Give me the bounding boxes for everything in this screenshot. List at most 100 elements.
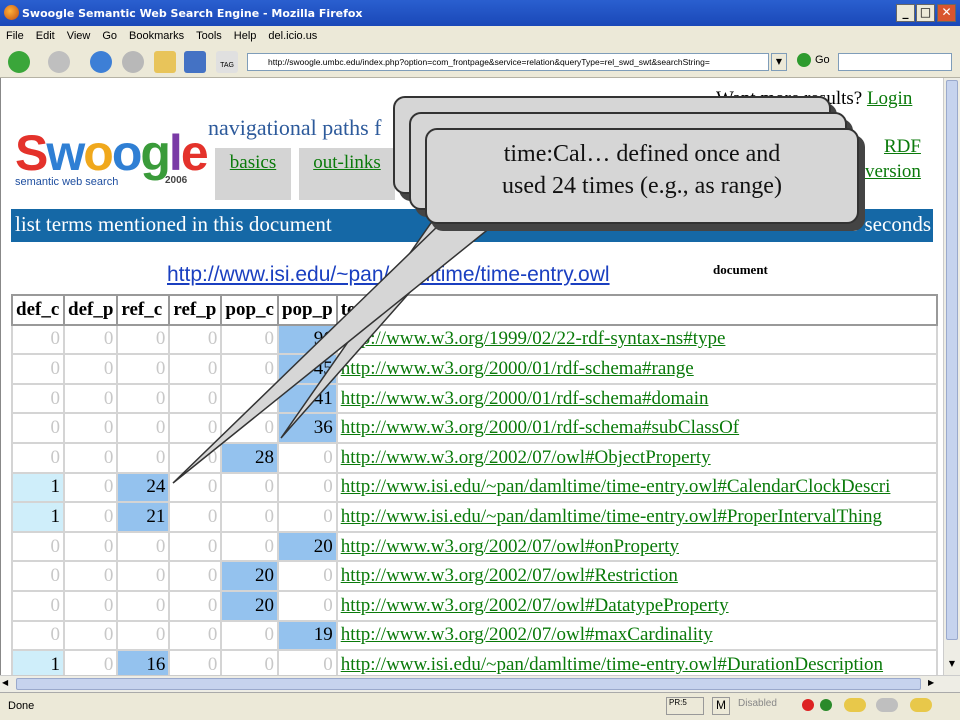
terms-table: def_c def_p ref_c ref_p pop_c pop_p term 00000… (11, 294, 938, 675)
term-cell: http://www.w3.org/2000/01/rdf-schema#sub… (335, 412, 938, 444)
term-cell: http://www.w3.org/2002/07/owl#maxCardina… (335, 619, 938, 652)
callout-line-1: time:Cal… defined once and (503, 141, 781, 167)
term-link[interactable]: http://www.w3.org/2000/01/rdf-schema#sub… (341, 417, 739, 438)
table-cell: 0 (168, 412, 223, 444)
term-link[interactable]: http://www.w3.org/2002/07/owl#Restrictio… (341, 565, 678, 586)
column-header-def-p: def_p (62, 294, 119, 326)
menu-tools[interactable]: Tools (190, 30, 228, 42)
forward-arrow-icon[interactable] (48, 51, 70, 73)
table-cell: 0 (276, 589, 338, 622)
term-link[interactable]: http://www.isi.edu/~pan/damltime/time-en… (341, 506, 882, 527)
term-cell: http://www.isi.edu/~pan/damltime/time-en… (335, 471, 938, 504)
column-header-term: term (335, 294, 938, 326)
term-cell: http://www.w3.org/2000/01/rdf-schema#ran… (335, 353, 938, 385)
term-cell: http://www.w3.org/2002/07/owl#ObjectProp… (335, 441, 938, 474)
table-cell: 0 (62, 471, 119, 504)
horizontal-scrollbar[interactable]: ◀ ▶ (0, 675, 960, 692)
table-cell: 0 (11, 412, 65, 444)
maximize-button[interactable]: □ (916, 4, 935, 22)
url-dropdown-button[interactable]: ▼ (771, 53, 787, 71)
search-box[interactable] (838, 53, 952, 71)
disabled-label: Disabled (738, 698, 777, 709)
menu-bookmarks[interactable]: Bookmarks (123, 30, 190, 42)
nav-outlinks-button[interactable]: out-links (299, 148, 395, 200)
term-link[interactable]: http://www.w3.org/1999/02/22-rdf-syntax-… (341, 328, 726, 349)
term-link[interactable]: http://www.w3.org/2002/07/owl#DatatypePr… (341, 595, 729, 616)
table-cell: 0 (220, 412, 279, 444)
term-link[interactable]: http://www.w3.org/2002/07/owl#ObjectProp… (341, 447, 711, 468)
term-link[interactable]: http://www.w3.org/2002/07/owl#maxCardina… (341, 624, 713, 645)
scroll-left-icon[interactable]: ◀ (2, 678, 14, 690)
table-cell: 1 (11, 649, 65, 675)
term-link[interactable]: http://www.isi.edu/~pan/damltime/time-en… (341, 476, 891, 497)
table-cell: 36 (276, 412, 338, 444)
table-cell: 19 (276, 619, 338, 652)
table-cell: 0 (11, 382, 65, 415)
tag-icon[interactable]: TAG (216, 51, 238, 73)
menu-delicious[interactable]: del.icio.us (262, 30, 323, 42)
swoogle-logo[interactable]: Swoogle (15, 123, 209, 183)
go-button[interactable]: Go (797, 53, 830, 67)
table-cell: 0 (220, 471, 279, 504)
results-header-title: list terms mentioned in this document (15, 212, 332, 236)
table-cell: 0 (168, 619, 223, 652)
menu-bar: File Edit View Go Bookmarks Tools Help d… (0, 26, 960, 45)
menu-edit[interactable]: Edit (30, 30, 61, 42)
stop-icon[interactable] (122, 51, 144, 73)
logo-subtitle: semantic web search (15, 176, 119, 188)
table-cell: 0 (62, 441, 119, 474)
back-arrow-icon[interactable] (8, 51, 30, 73)
menu-file[interactable]: File (0, 30, 30, 42)
table-cell: 0 (62, 619, 119, 652)
logo-year: 2006 (165, 175, 188, 186)
table-cell: 0 (168, 589, 223, 622)
login-link[interactable]: Login (867, 88, 912, 109)
table-cell: 0 (116, 619, 171, 652)
mail-icon[interactable]: M (712, 697, 730, 715)
url-bar[interactable]: http://swoogle.umbc.edu/index.php?option… (247, 53, 769, 71)
table-cell: 0 (11, 441, 65, 474)
table-cell: 0 (116, 589, 171, 622)
reload-icon[interactable] (90, 51, 112, 73)
document-label: document (713, 262, 768, 277)
bookmark-grid-icon[interactable] (184, 51, 206, 73)
vertical-scrollbar[interactable]: ▼ (943, 78, 960, 675)
status-bar: Done PR:5 M Disabled (0, 692, 960, 720)
term-link[interactable]: http://www.isi.edu/~pan/damltime/time-en… (341, 654, 883, 675)
menu-view[interactable]: View (61, 30, 97, 42)
table-cell: 0 (276, 471, 338, 504)
table-cell: 0 (168, 353, 223, 385)
table-cell: 0 (11, 530, 65, 563)
table-row: 0 0 0 0 0 19 http://www.w3.org/2002/07/owl#max… (11, 619, 938, 652)
column-header-def-c: def_c (11, 294, 65, 326)
nav-basics-button[interactable]: basics (215, 148, 291, 200)
home-icon[interactable] (154, 51, 176, 73)
callout-box: time:Cal… defined once and used 24 times… (425, 128, 859, 224)
column-header-ref-c: ref_c (116, 294, 171, 326)
term-cell: http://www.isi.edu/~pan/damltime/time-en… (335, 501, 938, 533)
table-cell: 24 (116, 471, 171, 504)
table-cell: 0 (116, 382, 171, 415)
menu-help[interactable]: Help (228, 30, 263, 42)
scroll-right-icon[interactable]: ▶ (928, 678, 940, 690)
table-row: 0 0 0 0 0 36 http://www.w3.org/2000/01/rdf-sch… (11, 412, 938, 444)
table-cell: 20 (220, 560, 279, 592)
vertical-scroll-thumb[interactable] (946, 80, 958, 640)
scroll-down-icon[interactable]: ▼ (946, 659, 958, 673)
table-cell: 96 (276, 323, 338, 356)
weather-icon (844, 698, 866, 712)
table-cell: 0 (62, 649, 119, 675)
document-link[interactable]: http://www.isi.edu/~pan/damltime/time-en… (167, 263, 610, 287)
table-cell: 0 (11, 353, 65, 385)
rdf-version-link[interactable]: RDF version (865, 134, 921, 184)
navigation-toolbar: TAG http://swoogle.umbc.edu/index.php?op… (0, 45, 960, 78)
minimize-button[interactable]: _ (896, 4, 915, 22)
menu-go[interactable]: Go (96, 30, 123, 42)
term-cell: http://www.w3.org/2000/01/rdf-schema#dom… (335, 382, 938, 415)
horizontal-scroll-thumb[interactable] (16, 678, 921, 690)
close-button[interactable]: ✕ (937, 4, 956, 22)
term-link[interactable]: http://www.w3.org/2000/01/rdf-schema#ran… (341, 358, 694, 379)
term-link[interactable]: http://www.w3.org/2000/01/rdf-schema#dom… (341, 388, 709, 409)
term-link[interactable]: http://www.w3.org/2002/07/owl#onProperty (341, 536, 679, 557)
table-cell: 0 (116, 412, 171, 444)
